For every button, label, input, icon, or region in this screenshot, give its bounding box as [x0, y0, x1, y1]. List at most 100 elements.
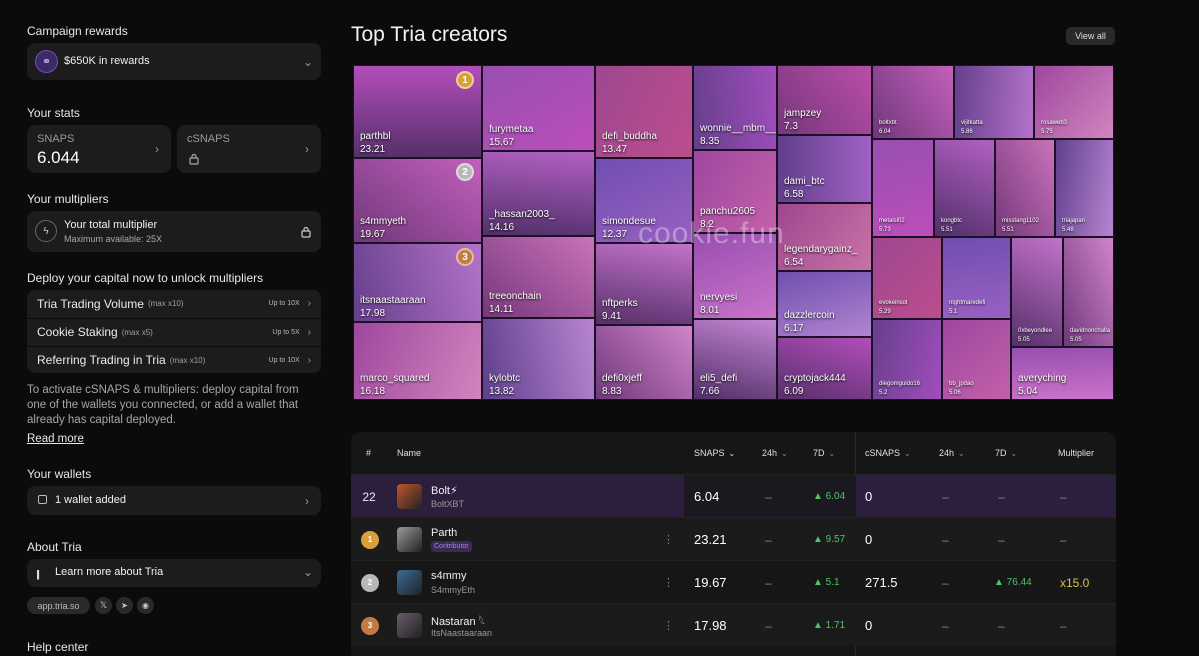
creator-tile-jampzey[interactable]: jampzey 7.3 [777, 65, 872, 135]
creator-name[interactable]: s4mmy [431, 569, 466, 583]
col-24h[interactable]: 24h ⌄ [762, 432, 788, 474]
about-heading: About Tria [27, 540, 82, 554]
more-options-icon[interactable]: ⋮ [663, 604, 674, 647]
creator-tile-treeonchain[interactable]: treeonchain 14.11 [482, 236, 595, 318]
deploy-row-cookie-staking[interactable]: Cookie Staking (max x5) Up to 5X › [27, 318, 321, 345]
snaps-card[interactable]: SNAPS 6.044 › [27, 125, 171, 173]
creator-tile-diegomguido16[interactable]: diegomguido16 5.2 [872, 319, 942, 400]
chevron-right-icon: › [155, 142, 159, 156]
creator-tile-0xbeyondlee[interactable]: 0xbeyondlee 5.05 [1011, 237, 1063, 347]
col-multiplier: Multiplier [1058, 448, 1095, 458]
creator-snaps: 5.51 [941, 227, 953, 233]
table-row[interactable]: 22 Bolt⚡ BoltXBT 6.04 – ▲ 6.04 0 – – – [351, 474, 1116, 518]
creator-snaps: 23.21 [360, 144, 386, 155]
creator-tile-dami_btc[interactable]: dami_btc 6.58 [777, 135, 872, 203]
creator-tile-_hassan2003_[interactable]: _hassan2003_ 14.16 [482, 151, 595, 236]
col-c24h[interactable]: 24h ⌄ [939, 432, 965, 474]
table-row[interactable]: 1 Parth Contributor ⋮ 23.21 – ▲ 9.57 0 – – – [351, 517, 1116, 560]
telegram-icon[interactable]: ➤ [116, 597, 133, 614]
creator-name: jampzey [784, 108, 822, 119]
about-dropdown[interactable]: ꞁ Learn more about Tria ⌄ [27, 559, 321, 587]
creator-tile-nightmaredefi[interactable]: nightmaredefi 5.1 [942, 237, 1011, 319]
col-snaps[interactable]: SNAPS ⌄ [694, 432, 735, 474]
creator-snaps: 5.29 [879, 309, 891, 315]
creator-name: marco_squared [360, 373, 430, 384]
csnaps-cell: 271.5 [865, 575, 898, 590]
rank-badge-3: 3 [456, 248, 474, 266]
csnaps-card[interactable]: cSNAPS › [177, 125, 321, 173]
rank-medal-number: 3 [361, 616, 379, 635]
view-all-button[interactable]: View all [1066, 27, 1115, 45]
campaign-rewards-dropdown[interactable]: ⚭ $650K in rewards ⌄ [27, 43, 321, 80]
creator-tile-cryptojack444[interactable]: cryptojack444 6.09 [777, 337, 872, 400]
creator-tile-averyching[interactable]: averyching 5.04 [1011, 347, 1114, 400]
creator-tile-nftperks[interactable]: nftperks 9.41 [595, 243, 693, 325]
total-multiplier-card[interactable]: ϟ Your total multiplier Maximum availabl… [27, 211, 321, 252]
creator-tile-wonnie__mbm__[interactable]: wonnie__mbm__ 8.35 [693, 65, 777, 150]
creator-name: dami_btc [784, 176, 825, 187]
creator-tile-kylobtc[interactable]: kylobtc 13.82 [482, 318, 595, 400]
creator-name: treeonchain [489, 291, 542, 302]
creator-name: evokeinsol [879, 300, 908, 306]
more-options-icon[interactable]: ⋮ [663, 561, 674, 604]
creator-tile-vijitkatta[interactable]: vijitkatta 5.86 [954, 65, 1034, 139]
creator-tile-boltxbt[interactable]: boltxbt 6.04 [872, 65, 954, 139]
creator-tile-triajapan[interactable]: triajapan 5.48 [1055, 139, 1114, 237]
wallet-icon [38, 495, 47, 504]
creator-snaps: 8.01 [700, 305, 720, 316]
contributor-badge: Contributor [431, 541, 472, 552]
creator-snaps: 5.86 [961, 129, 973, 135]
creator-tile-rosaweb3[interactable]: rosaweb3 5.75 [1034, 65, 1114, 139]
creator-tile-marco_squared[interactable]: marco_squared 16.18 [353, 322, 482, 400]
creator-tile-furymetaa[interactable]: furymetaa 15.67 [482, 65, 595, 151]
deploy-row-referring[interactable]: Referring Trading in Tria (max x10) Up t… [27, 346, 321, 373]
rank-medal: 3 [361, 604, 379, 647]
creator-tile-legendarygainz_[interactable]: legendarygainz_ 6.54 [777, 203, 872, 271]
creator-name[interactable]: Parth [431, 526, 457, 540]
col-7d[interactable]: 7D ⌄ [813, 432, 835, 474]
creator-tile-misstang1102[interactable]: misstang1102 5.51 [995, 139, 1055, 237]
csnaps-cell: 0 [865, 532, 873, 547]
creator-tile-evokeinsol[interactable]: evokeinsol 5.29 [872, 237, 942, 319]
creator-snaps: 6.04 [879, 129, 891, 135]
creator-name: davidnonchalla [1070, 328, 1111, 334]
more-options-icon[interactable]: ⋮ [663, 518, 674, 561]
creator-snaps: 14.16 [489, 222, 515, 233]
discord-icon[interactable]: ◉ [137, 597, 154, 614]
multiplier-cell: – [1060, 618, 1067, 633]
table-row[interactable]: 2 s4mmy S4mmyEth ⋮ 19.67 – ▲ 5.1 271.5 – ▲ 76.44 x… [351, 560, 1116, 603]
deploy-row-label: Tria Trading Volume [37, 296, 144, 311]
snaps-cell: 17.98 [694, 618, 727, 633]
creator-tile-kongbtc[interactable]: kongbtc 5.51 [934, 139, 995, 237]
x-icon[interactable]: 𝕏 [95, 597, 112, 614]
creator-tile-metaisl02[interactable]: metaisl02 5.73 [872, 139, 934, 237]
creator-tile-bb_jpdao[interactable]: bb_jpdao 5.06 [942, 319, 1011, 400]
deploy-row-label: Cookie Staking [37, 325, 118, 339]
rank-badge-1: 1 [456, 71, 474, 89]
creator-tile-defi0xjeff[interactable]: defi0xjeff 8.83 [595, 325, 693, 400]
creator-snaps: 7.66 [700, 386, 720, 397]
creator-snaps: 5.05 [1018, 337, 1030, 343]
stats-heading: Your stats [27, 106, 80, 120]
creator-name: panchu2605 [700, 206, 756, 217]
creator-tile-defi_buddha[interactable]: defi_buddha 13.47 [595, 65, 693, 158]
creator-name[interactable]: Nastaran 𓆩 [431, 612, 485, 628]
read-more-link[interactable]: Read more [27, 433, 84, 445]
creator-snaps: 5.1 [949, 309, 958, 315]
wallets-card[interactable]: 1 wallet added › [27, 486, 321, 515]
avatar [397, 561, 422, 604]
creator-name[interactable]: Bolt⚡ [431, 483, 458, 497]
col-csnaps[interactable]: cSNAPS ⌄ [865, 432, 911, 474]
creator-tile-dazzlercoin[interactable]: dazzlercoin 6.17 [777, 271, 872, 337]
creator-tile-eli5_defi[interactable]: eli5_defi 7.66 [693, 319, 777, 400]
deploy-row-max: (max x10) [169, 355, 206, 365]
total-multiplier-label: Your total multiplier [64, 219, 158, 231]
table-row[interactable]: 3 Nastaran 𓆩 ItsNaastaaraan ⋮ 17.98 – ▲ 1.71 0 –… [351, 603, 1116, 646]
creator-name: misstang1102 [1002, 218, 1039, 224]
creator-name: triajapan [1062, 218, 1086, 224]
deploy-row-trading-volume[interactable]: Tria Trading Volume (max x10) Up to 10X … [27, 290, 321, 317]
col-c7d[interactable]: 7D ⌄ [995, 432, 1017, 474]
site-link[interactable]: app.tria.so [27, 597, 90, 614]
snaps-cell: 19.67 [694, 575, 727, 590]
creator-tile-davidnonchalla[interactable]: davidnonchalla 5.05 [1063, 237, 1114, 347]
